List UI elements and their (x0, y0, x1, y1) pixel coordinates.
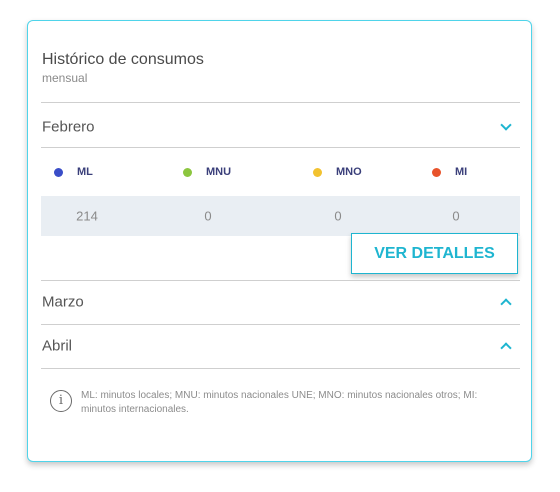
consumption-history-card: Histórico de consumos mensual Febrero ML… (27, 20, 532, 462)
legend-dot (432, 167, 441, 177)
info-icon: i (50, 390, 72, 412)
legend-dot (313, 167, 322, 177)
divider (41, 368, 520, 369)
month-header-febrero[interactable]: Febrero (41, 107, 520, 147)
legend-label: MNO (336, 166, 362, 178)
values-row: 214 0 0 0 (41, 196, 520, 236)
divider (41, 324, 520, 325)
legend-label: ML (77, 166, 93, 178)
value-mno: 0 (334, 208, 342, 224)
divider (41, 280, 520, 281)
month-label: Marzo (42, 293, 84, 311)
value-mi: 0 (452, 208, 460, 224)
legend-dot (183, 167, 192, 177)
chevron-up-icon[interactable] (500, 298, 512, 310)
legend-item-ml: ML (54, 166, 93, 178)
chevron-down-icon[interactable] (500, 119, 512, 131)
divider (41, 147, 520, 148)
view-details-button[interactable]: VER DETALLES (351, 233, 518, 274)
card-subtitle: mensual (42, 71, 88, 85)
legend-item-mi: MI (432, 166, 467, 178)
card-title: Histórico de consumos (42, 51, 204, 68)
legend-label: MI (455, 166, 468, 178)
legend-item-mno: MNO (313, 166, 362, 178)
month-header-abril[interactable]: Abril (41, 326, 520, 366)
legend-dot (54, 167, 63, 177)
value-mnu: 0 (204, 208, 212, 224)
value-ml: 214 (76, 208, 98, 224)
month-header-marzo[interactable]: Marzo (41, 282, 520, 322)
legend-label: MNU (206, 166, 232, 178)
legend-item-mnu: MNU (183, 166, 231, 178)
month-label: Abril (42, 337, 73, 355)
chevron-up-icon[interactable] (500, 342, 512, 354)
footnote-text: ML: minutos locales; MNU: minutos nacion… (81, 390, 478, 415)
footnote: i ML: minutos locales; MNU: minutos naci… (50, 389, 510, 417)
month-label: Febrero (42, 118, 95, 136)
divider (41, 102, 520, 103)
